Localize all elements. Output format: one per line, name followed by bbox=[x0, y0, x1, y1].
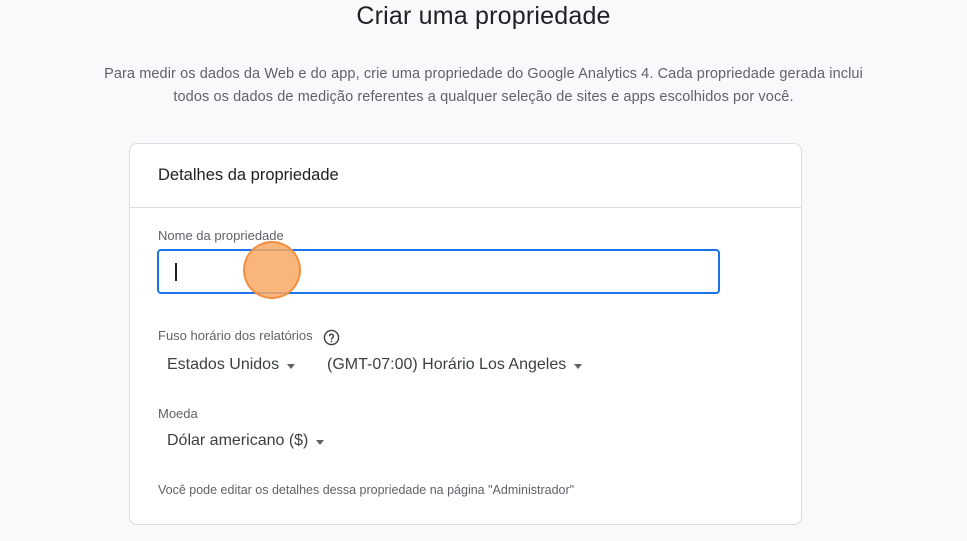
card-header: Detalhes da propriedade bbox=[130, 144, 801, 208]
help-circle-icon[interactable] bbox=[323, 329, 339, 346]
property-name-input[interactable] bbox=[157, 249, 720, 294]
page-intro: Para medir os dados da Web e do app, cri… bbox=[20, 63, 947, 109]
timezone-label: Fuso horário dos relatórios bbox=[158, 328, 313, 343]
property-details-card: Detalhes da propriedade Nome da propried… bbox=[129, 143, 802, 525]
currency-value: Dólar americano ($) bbox=[167, 432, 309, 449]
dropdown-arrow-icon bbox=[574, 363, 583, 369]
timezone-label-row: Fuso horário dos relatórios bbox=[158, 327, 339, 346]
create-property-page: Criar uma propriedade Para medir os dado… bbox=[0, 0, 967, 541]
currency-dropdown[interactable]: Dólar americano ($) bbox=[167, 432, 325, 450]
intro-line-1: Para medir os dados da Web e do app, cri… bbox=[104, 66, 863, 82]
dropdown-arrow-icon bbox=[287, 363, 296, 369]
page-title: Criar uma propriedade bbox=[356, 2, 611, 30]
timezone-dropdown[interactable]: (GMT-07:00) Horário Los Angeles bbox=[327, 356, 583, 374]
admin-footnote: Você pode editar os detalhes dessa propr… bbox=[158, 483, 575, 497]
intro-line-2: todos os dados de medição referentes a q… bbox=[173, 89, 794, 105]
country-dropdown[interactable]: Estados Unidos bbox=[167, 356, 296, 374]
dropdown-arrow-icon bbox=[316, 439, 325, 445]
timezone-value: (GMT-07:00) Horário Los Angeles bbox=[327, 356, 567, 373]
country-value: Estados Unidos bbox=[167, 356, 280, 373]
text-caret bbox=[175, 263, 177, 281]
currency-label: Moeda bbox=[158, 406, 198, 421]
property-name-label: Nome da propriedade bbox=[158, 228, 284, 243]
